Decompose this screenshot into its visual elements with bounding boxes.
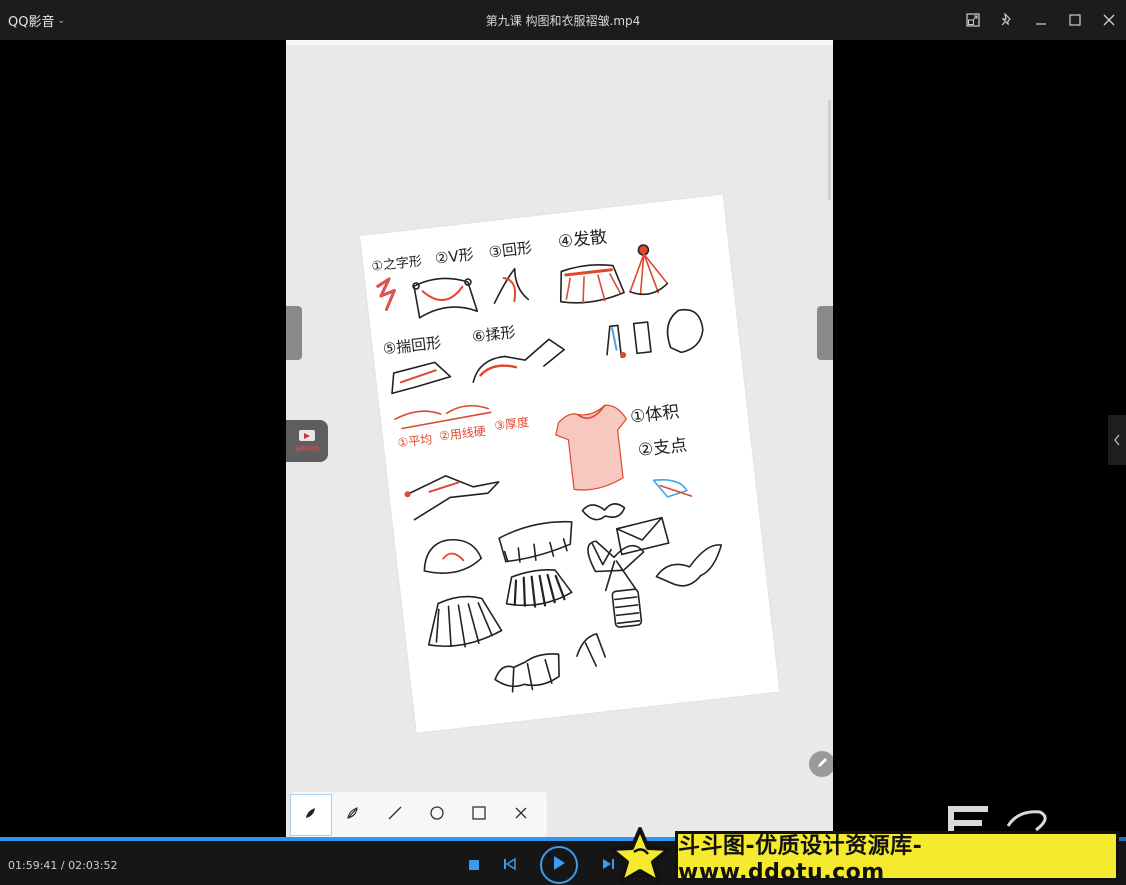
sketch-label-11: ②支点 — [637, 435, 688, 460]
close-icon — [513, 805, 529, 825]
video-frame: 录制视频 ①之字形 ②V形 ③回形 ④发散 ⑤揣回形 ⑥揉形 ①平均 ②用线硬 … — [286, 40, 833, 837]
rectangle-tool — [458, 794, 500, 836]
frame-scrollbar — [828, 100, 831, 200]
skip-back-icon — [503, 856, 517, 875]
maximize-button[interactable] — [1058, 0, 1092, 40]
stop-icon — [468, 856, 480, 875]
sketch-label-2: ②V形 — [434, 245, 475, 267]
current-time: 01:59:41 — [8, 859, 58, 872]
time-display: 01:59:41 / 02:03:52 — [8, 859, 118, 872]
eraser-tool — [332, 794, 374, 836]
video-area[interactable]: 录制视频 ①之字形 ②V形 ③回形 ④发散 ⑤揣回形 ⑥揉形 ①平均 ②用线硬 … — [0, 40, 1126, 837]
mini-mode-button[interactable] — [956, 0, 990, 40]
chevron-left-icon — [1113, 431, 1121, 450]
title-bar: QQ影音 ⌄ 第九课 构图和衣服褶皱.mp4 — [0, 0, 1126, 40]
playlist-toggle-tab[interactable] — [1108, 415, 1126, 465]
sketch-label-5: ⑤揣回形 — [382, 334, 442, 359]
record-video-button: 录制视频 — [286, 420, 328, 462]
eraser-icon — [345, 805, 361, 825]
close-toolbar-button — [500, 794, 542, 836]
sketch-label-10: ①体积 — [629, 402, 680, 427]
line-icon — [387, 805, 403, 825]
brush-icon — [303, 805, 319, 825]
play-button[interactable] — [540, 846, 578, 884]
watermark-banner: 斗斗图-优质设计资源库-www.ddotu.com — [675, 831, 1119, 885]
circle-tool — [416, 794, 458, 836]
pencil-icon — [815, 755, 829, 774]
pin-icon — [1000, 13, 1014, 27]
play-icon — [552, 855, 566, 875]
right-side-handle — [817, 306, 833, 360]
app-name: QQ影音 — [8, 15, 55, 30]
minimize-icon — [1034, 13, 1048, 27]
frame-top-bar — [286, 40, 833, 45]
brush-tool — [290, 793, 332, 836]
drawing-toolbar — [290, 792, 547, 837]
minimize-button[interactable] — [1024, 0, 1058, 40]
sketch-label-1: ①之字形 — [371, 254, 423, 275]
rectangle-icon — [471, 805, 487, 825]
left-side-handle — [286, 306, 302, 360]
total-time: 02:03:52 — [68, 859, 118, 872]
record-button-label: 录制视频 — [294, 445, 319, 453]
previous-button[interactable] — [500, 856, 520, 874]
close-icon — [1102, 13, 1116, 27]
stop-button[interactable] — [466, 857, 482, 873]
mini-mode-icon — [966, 13, 980, 27]
circle-icon — [429, 805, 445, 825]
record-icon — [299, 429, 315, 441]
sketch-drawing: ①之字形 ②V形 ③回形 ④发散 ⑤揣回形 ⑥揉形 ①平均 ②用线硬 ③厚度 ①… — [371, 227, 723, 693]
sketch-label-3: ③回形 — [488, 239, 533, 262]
window-controls — [956, 0, 1126, 40]
sketch-label-7: ①平均 — [397, 432, 433, 450]
sketch-label-9: ③厚度 — [493, 414, 529, 433]
sketch-label-6: ⑥揉形 — [471, 323, 516, 346]
sketch-label-4: ④发散 — [557, 227, 608, 252]
pin-button[interactable] — [990, 0, 1024, 40]
sketch-label-8: ②用线硬 — [438, 424, 486, 443]
chevron-down-icon: ⌄ — [57, 15, 66, 26]
app-menu-button[interactable]: QQ影音 ⌄ — [8, 11, 65, 30]
watermark-star-icon — [608, 826, 672, 885]
maximize-icon — [1068, 13, 1082, 27]
line-tool — [374, 794, 416, 836]
annotate-pen-button — [809, 751, 833, 777]
close-button[interactable] — [1092, 0, 1126, 40]
time-separator: / — [57, 859, 69, 872]
sketch-sheet: ①之字形 ②V形 ③回形 ④发散 ⑤揣回形 ⑥揉形 ①平均 ②用线硬 ③厚度 ①… — [360, 194, 780, 733]
